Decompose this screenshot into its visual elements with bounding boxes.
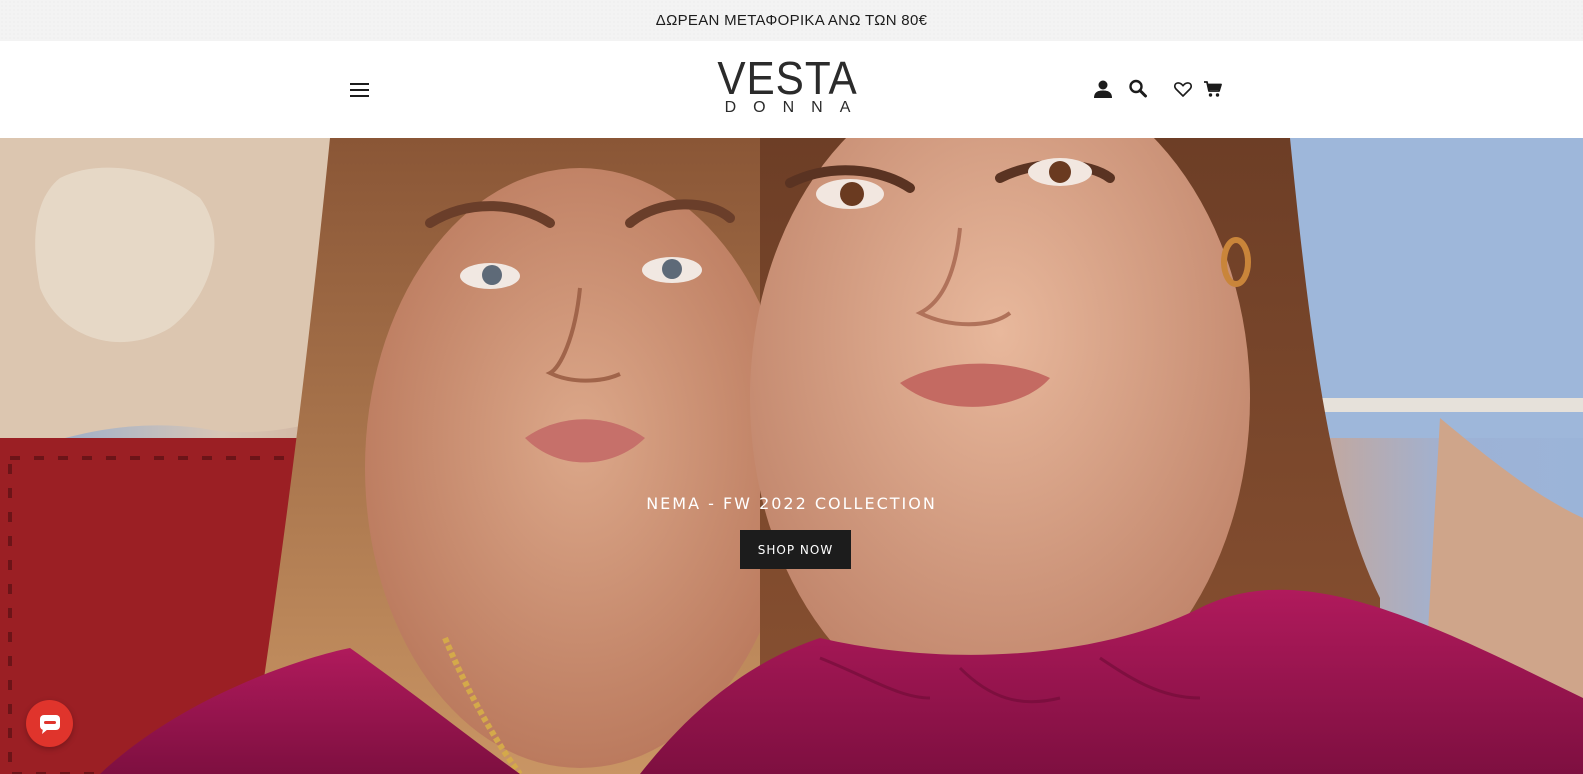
announcement-text: ΔΩΡΕΑΝ ΜΕΤΑΦΟΡΙΚΑ ΑΝΩ ΤΩΝ 80€ (655, 12, 928, 29)
chat-bubble-icon[interactable] (26, 700, 73, 747)
hero-banner[interactable]: NEMA - FW 2022 COLLECTION SHOP NOW (0, 138, 1583, 774)
cart-icon[interactable] (1202, 78, 1224, 100)
hero-image (0, 138, 1583, 774)
logo-main-text: VESTA (717, 52, 858, 104)
search-icon[interactable] (1127, 78, 1149, 100)
account-icon[interactable] (1092, 78, 1114, 100)
hero-caption: NEMA - FW 2022 COLLECTION (646, 494, 937, 513)
wishlist-heart-icon[interactable] (1172, 78, 1194, 100)
menu-icon[interactable] (350, 83, 370, 99)
shop-now-button[interactable]: SHOP NOW (740, 530, 851, 569)
announcement-bar: ΔΩΡΕΑΝ ΜΕΤΑΦΟΡΙΚΑ ΑΝΩ ΤΩΝ 80€ (0, 0, 1583, 41)
site-header: VESTA DONNA (0, 41, 1583, 138)
logo[interactable]: VESTA DONNA (700, 52, 875, 121)
